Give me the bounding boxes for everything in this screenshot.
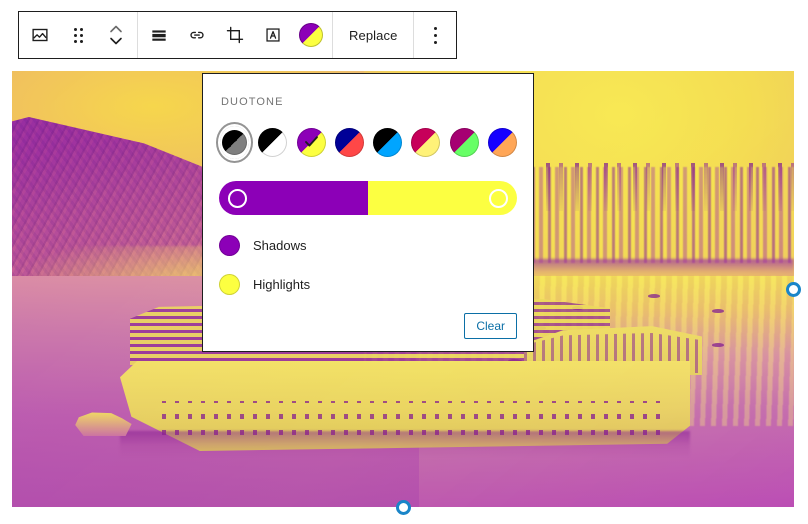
move-up-down-icon[interactable] [97,12,135,58]
duotone-preset-blue-red[interactable] [334,126,364,159]
duotone-preset-swatch [222,130,248,155]
duotone-preset-swatch [258,128,288,157]
color-row-highlights[interactable]: Highlights [219,274,517,295]
image-icon[interactable] [21,12,59,58]
duotone-preset-grayscale[interactable] [258,126,288,159]
align-icon[interactable] [140,12,178,58]
replace-button[interactable]: Replace [335,12,411,58]
block-toolbar: Replace [18,11,458,59]
link-icon[interactable] [178,12,216,58]
duotone-preset-list [219,126,517,159]
crop-icon[interactable] [216,12,254,58]
vertical-dots [433,26,437,44]
duotone-preset-swatch [334,128,364,157]
highlights-label: Highlights [253,277,311,292]
duotone-preset-midnight[interactable] [373,126,403,159]
duotone-panel-footer: Clear [219,313,517,339]
duotone-preset-swatch [487,128,517,157]
duotone-swatch-preview [299,23,323,47]
resize-handle-right[interactable] [786,282,801,297]
color-row-shadows[interactable]: Shadows [219,235,517,256]
duotone-preset-swatch [373,128,403,157]
highlights-color-dot [219,274,240,295]
duotone-preset-dark-grayscale[interactable] [220,126,249,159]
duotone-preset-blue-orange[interactable] [487,126,517,159]
slider-thumb-shadows[interactable] [228,188,247,208]
drag-dots [73,27,83,43]
add-text-over-image-icon[interactable] [254,12,292,58]
duotone-icon[interactable] [292,12,330,58]
toolbar-group-options [414,12,456,58]
shadows-label: Shadows [253,238,307,253]
duotone-preset-swatch [296,128,326,157]
drag-handle-icon[interactable] [59,12,97,58]
clear-button[interactable]: Clear [464,313,517,339]
resize-handle-bottom[interactable] [396,500,411,515]
toolbar-group-block-type [19,12,138,58]
duotone-panel-title: DUOTONE [221,96,284,108]
duotone-preset-magenta-yellow[interactable] [411,126,441,159]
slider-thumb-highlights[interactable] [489,188,508,208]
duotone-range-slider[interactable] [219,181,517,215]
shadows-color-dot [219,235,240,256]
toolbar-group-formatting [138,12,333,58]
duotone-preset-swatch [411,128,441,157]
toolbar-group-replace: Replace [333,12,415,58]
duotone-preset-swatch [449,128,479,157]
more-options-icon[interactable] [416,12,454,58]
duotone-preset-purple-yellow[interactable] [296,126,326,159]
duotone-preset-purple-green[interactable] [449,126,479,159]
duotone-popover: DUOTONE Shadows Highlights Clear [202,73,534,352]
